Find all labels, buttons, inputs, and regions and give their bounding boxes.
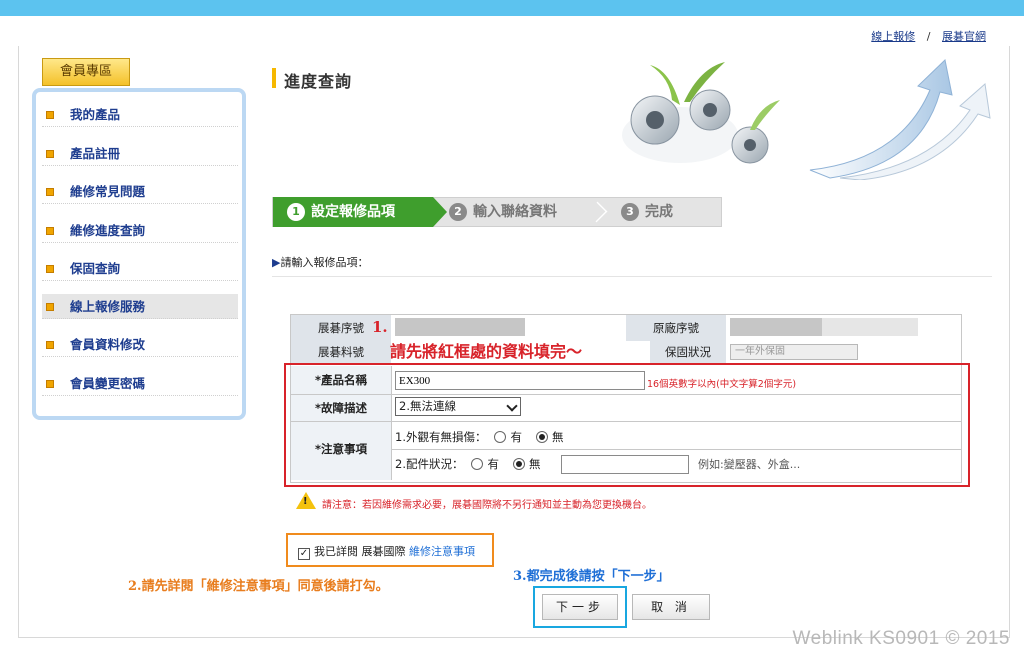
sidebar: 我的產品 產品註冊 維修常見問題 維修進度查詢 保固查詢 線上報修服務 會員資料…	[32, 88, 246, 420]
warranty-label: 保固狀況	[650, 341, 726, 363]
step-progress-bar: 1 設定報修品項 2 輸入聯絡資料 3 完成	[272, 197, 722, 227]
step-label: 設定報修品項	[311, 204, 395, 220]
divider	[391, 449, 961, 450]
serial-value-redacted	[395, 318, 525, 336]
sidebar-item-repair-progress[interactable]: 維修進度查詢	[42, 218, 238, 243]
accessory-example-hint: 例如:變壓器、外盒...	[698, 458, 801, 471]
radio-label: 無	[551, 430, 564, 444]
sidebar-item-change-password[interactable]: 會員變更密碼	[42, 371, 238, 396]
sidebar-item-label: 產品註冊	[70, 146, 121, 161]
product-name-input[interactable]	[395, 371, 645, 390]
original-serial-value-redacted	[822, 318, 918, 336]
agreement-text: 我已詳閱 展碁國際	[314, 545, 406, 558]
divider	[272, 276, 992, 277]
next-button[interactable]: 下一步	[542, 594, 618, 620]
radio-label: 有	[487, 457, 499, 471]
accessory-no-radio[interactable]	[512, 458, 525, 470]
annotation-1: 請先將紅框處的資料填完～	[390, 342, 583, 361]
appearance-no-radio[interactable]	[535, 431, 548, 443]
product-name-hint: 16個英數字以內(中文字算2個字元)	[647, 379, 797, 390]
warning-icon: !	[296, 492, 316, 509]
fault-select-value: 2.無法連線	[399, 399, 456, 413]
step-1-active: 1 設定報修品項	[273, 197, 447, 227]
bullet-icon	[46, 265, 54, 273]
radio-label: 無	[528, 457, 541, 471]
step-2: 2 輸入聯絡資料	[449, 198, 557, 226]
sidebar-item-warranty-query[interactable]: 保固查詢	[42, 256, 238, 281]
cancel-button[interactable]: 取 消	[632, 594, 710, 620]
fault-select[interactable]: 2.無法連線	[395, 397, 521, 416]
accessory-question-label: 2.配件狀況：	[395, 457, 464, 471]
sidebar-item-label: 維修進度查詢	[70, 223, 146, 238]
notice-text: 請注意：若因維修需求必要，展碁國際將不另行通知並主動為您更換機台。	[322, 500, 652, 511]
chevron-right-icon	[586, 201, 608, 223]
official-site-link[interactable]: 展碁官網	[942, 30, 986, 43]
bullet-icon	[46, 380, 54, 388]
sidebar-item-label: 線上報修服務	[70, 299, 146, 314]
sidebar-item-label: 保固查詢	[70, 261, 121, 276]
step-number: 1	[287, 203, 305, 221]
repair-notes-link[interactable]: 維修注意事項	[409, 545, 475, 558]
step-number: 2	[449, 203, 467, 221]
bullet-icon	[46, 227, 54, 235]
agreement-checkbox[interactable]: ✓	[298, 548, 310, 560]
page-title: 進度查詢	[284, 72, 353, 91]
step-label: 輸入聯絡資料	[473, 204, 557, 220]
section-label: ▶請輸入報修品項：	[272, 254, 368, 270]
bullet-icon	[46, 341, 54, 349]
bullet-icon	[46, 188, 54, 196]
accessory-detail-input[interactable]	[561, 455, 689, 474]
sidebar-item-edit-profile[interactable]: 會員資料修改	[42, 332, 238, 357]
sidebar-item-online-repair[interactable]: 線上報修服務	[42, 294, 238, 319]
sidebar-item-label: 我的產品	[70, 107, 121, 122]
agreement-checkbox-row[interactable]: ✓ 我已詳閱 展碁國際 維修注意事項	[298, 543, 475, 560]
accessory-question: 2.配件狀況： 有 無	[395, 456, 540, 472]
accessory-yes-radio[interactable]	[471, 458, 484, 470]
notes-label: *注意事項	[291, 422, 391, 480]
part-number-label: 展碁料號	[291, 341, 391, 363]
annotation-3: 3.都完成後請按「下一步」	[513, 569, 670, 584]
divider	[391, 366, 392, 480]
appearance-yes-radio[interactable]	[494, 431, 507, 443]
sidebar-item-repair-faq[interactable]: 維修常見問題	[42, 179, 238, 204]
step-label: 完成	[645, 204, 673, 220]
watermark: Weblink KS0901 © 2015	[792, 628, 1010, 649]
step-number: 3	[621, 203, 639, 221]
appearance-question: 1.外觀有無損傷： 有 無	[395, 429, 563, 445]
sidebar-item-label: 會員資料修改	[70, 337, 146, 352]
original-serial-label: 原廠序號	[626, 315, 726, 341]
bullet-icon	[46, 150, 54, 158]
radio-label: 有	[510, 430, 522, 444]
appearance-question-label: 1.外觀有無損傷：	[395, 430, 487, 444]
top-links: 線上報修 / 展碁官網	[871, 28, 986, 44]
member-area-tab: 會員專區	[42, 58, 130, 86]
bullet-icon	[46, 303, 54, 311]
warranty-status-field: 一年外保固	[730, 344, 858, 360]
bullet-icon	[46, 111, 54, 119]
top-color-bar	[0, 0, 1024, 16]
online-repair-link[interactable]: 線上報修	[871, 30, 915, 43]
sidebar-item-product-registration[interactable]: 產品註冊	[42, 141, 238, 166]
step-3: 3 完成	[621, 198, 673, 226]
section-label-text: 請輸入報修品項：	[280, 256, 369, 269]
top-link-separator: /	[926, 30, 931, 43]
product-name-label: *產品名稱	[291, 366, 391, 394]
fault-label: *故障描述	[291, 395, 391, 421]
sidebar-item-label: 會員變更密碼	[70, 376, 146, 391]
sidebar-item-label: 維修常見問題	[70, 184, 146, 199]
original-serial-value-redacted	[730, 318, 822, 336]
annotation-1-number: 1.	[372, 318, 388, 336]
sidebar-item-my-products[interactable]: 我的產品	[42, 102, 238, 127]
gears-plant-illustration	[622, 59, 991, 180]
annotation-2: 2.請先詳閱「維修注意事項」同意後請打勾。	[128, 579, 389, 594]
title-accent-bar	[272, 68, 276, 88]
chevron-down-icon	[506, 400, 518, 412]
